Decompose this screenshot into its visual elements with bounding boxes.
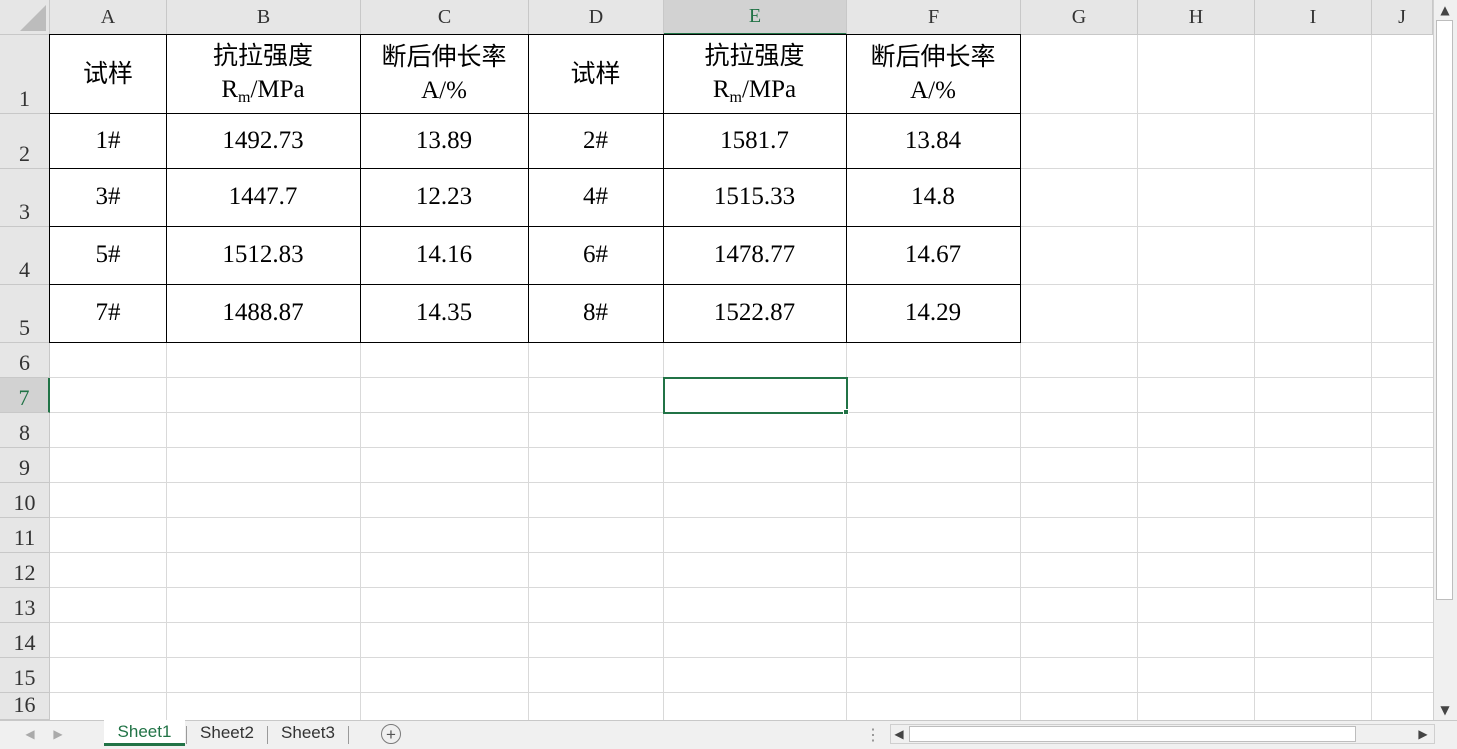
- row-header-5[interactable]: 5: [0, 285, 50, 343]
- column-header-i[interactable]: I: [1255, 0, 1372, 35]
- column-header-b[interactable]: B: [167, 0, 361, 35]
- header-cell-elong[interactable]: 断后伸长率 A/%: [360, 34, 529, 114]
- row-header-13[interactable]: 13: [0, 588, 50, 623]
- column-header-c[interactable]: C: [361, 0, 529, 35]
- data-cell[interactable]: 6#: [528, 226, 664, 285]
- vertical-dots-icon[interactable]: ⋮: [865, 725, 881, 744]
- gridline-horizontal: [50, 517, 1433, 518]
- select-all-corner[interactable]: [0, 0, 50, 35]
- scroll-down-icon[interactable]: ▼: [1436, 702, 1454, 718]
- data-cell[interactable]: 4#: [528, 168, 664, 227]
- row-header-16[interactable]: 16: [0, 692, 50, 720]
- row-header-11[interactable]: 11: [0, 518, 50, 553]
- unit-r: R: [712, 76, 730, 104]
- data-cell[interactable]: 12.23: [360, 168, 529, 227]
- column-header-e[interactable]: E: [664, 0, 847, 35]
- data-cell[interactable]: 13.89: [360, 113, 529, 169]
- unit-mpa: /MPa: [250, 76, 305, 104]
- row-header-1[interactable]: 1: [0, 35, 50, 114]
- data-cell[interactable]: 2#: [528, 113, 664, 169]
- data-cell[interactable]: 1488.87: [166, 284, 361, 343]
- data-cell[interactable]: 14.29: [846, 284, 1021, 343]
- unit-subscript: m: [238, 89, 251, 107]
- header-elongation-unit: A/%: [910, 77, 956, 104]
- header-sample-label: 试样: [82, 59, 133, 89]
- row-header-10[interactable]: 10: [0, 483, 50, 518]
- data-cell[interactable]: 14.67: [846, 226, 1021, 285]
- tab-scroll-left-icon[interactable]: ◀: [22, 726, 38, 742]
- gridline-horizontal: [50, 482, 1433, 483]
- row-header-3[interactable]: 3: [0, 169, 50, 227]
- data-cell[interactable]: 14.16: [360, 226, 529, 285]
- vertical-scroll-thumb[interactable]: [1436, 20, 1453, 600]
- header-sample-label: 试样: [570, 59, 621, 89]
- fill-handle[interactable]: [843, 409, 849, 415]
- data-cell[interactable]: 1478.77: [663, 226, 847, 285]
- gridline-horizontal: [50, 622, 1433, 623]
- row-header-8[interactable]: 8: [0, 413, 50, 448]
- data-cell[interactable]: 13.84: [846, 113, 1021, 169]
- tab-sheet3[interactable]: Sheet3: [268, 720, 348, 746]
- data-cell[interactable]: 3#: [49, 168, 167, 227]
- scroll-up-icon[interactable]: ▲: [1436, 2, 1454, 18]
- header-tensile-unit: Rm/MPa: [713, 73, 796, 109]
- unit-mpa: /MPa: [741, 76, 797, 104]
- header-tensile-label: 抗拉强度: [212, 41, 313, 71]
- data-cell[interactable]: 14.8: [846, 168, 1021, 227]
- gridline-horizontal: [50, 447, 1433, 448]
- gridline-horizontal: [50, 657, 1433, 658]
- row-header-7[interactable]: 7: [0, 378, 50, 413]
- gridline-horizontal: [50, 552, 1433, 553]
- gridline-horizontal: [50, 692, 1433, 693]
- data-cell[interactable]: 1512.83: [166, 226, 361, 285]
- data-cell[interactable]: 8#: [528, 284, 664, 343]
- active-cell-e7[interactable]: [663, 377, 848, 414]
- data-cell[interactable]: 7#: [49, 284, 167, 343]
- add-sheet-icon[interactable]: +: [381, 724, 401, 744]
- select-all-triangle-icon: [20, 5, 46, 31]
- row-header-14[interactable]: 14: [0, 623, 50, 658]
- data-cell[interactable]: 14.35: [360, 284, 529, 343]
- unit-r: R: [221, 76, 239, 104]
- header-cell-sample[interactable]: 试样: [49, 34, 167, 114]
- tab-sheet1[interactable]: Sheet1: [104, 720, 185, 746]
- column-header-d[interactable]: D: [529, 0, 664, 35]
- row-header-6[interactable]: 6: [0, 343, 50, 378]
- data-cell[interactable]: 5#: [49, 226, 167, 285]
- header-tensile-unit: Rm/MPa: [221, 73, 304, 109]
- column-header-h[interactable]: H: [1138, 0, 1255, 35]
- tab-separator: [348, 726, 349, 744]
- row-header-4[interactable]: 4: [0, 227, 50, 285]
- data-cell[interactable]: 1447.7: [166, 168, 361, 227]
- header-cell-tensile[interactable]: 抗拉强度 Rm/MPa: [166, 34, 361, 114]
- header-cell-sample[interactable]: 试样: [528, 34, 664, 114]
- row-header-15[interactable]: 15: [0, 658, 50, 693]
- data-cell[interactable]: 1492.73: [166, 113, 361, 169]
- data-cell[interactable]: 1581.7: [663, 113, 847, 169]
- header-cell-elong[interactable]: 断后伸长率 A/%: [846, 34, 1021, 114]
- column-header-f[interactable]: F: [847, 0, 1021, 35]
- row-header-9[interactable]: 9: [0, 448, 50, 483]
- gridline-horizontal: [50, 587, 1433, 588]
- tab-sheet2[interactable]: Sheet2: [187, 720, 267, 746]
- header-elongation-label: 断后伸长率: [870, 42, 996, 72]
- header-cell-tensile[interactable]: 抗拉强度 Rm/MPa: [663, 34, 847, 114]
- scroll-left-icon[interactable]: ◀: [892, 726, 906, 742]
- column-header-j[interactable]: J: [1372, 0, 1433, 35]
- header-elongation-label: 断后伸长率: [381, 42, 507, 72]
- row-header-2[interactable]: 2: [0, 114, 50, 169]
- header-elongation-unit: A/%: [421, 77, 467, 104]
- column-header-g[interactable]: G: [1021, 0, 1138, 35]
- data-cell[interactable]: 1522.87: [663, 284, 847, 343]
- column-header-a[interactable]: A: [50, 0, 167, 35]
- unit-subscript: m: [729, 89, 742, 107]
- tab-scroll-right-icon[interactable]: ▶: [50, 726, 66, 742]
- horizontal-scroll-thumb[interactable]: [909, 726, 1356, 742]
- data-cell[interactable]: 1515.33: [663, 168, 847, 227]
- header-tensile-label: 抗拉强度: [704, 41, 805, 71]
- data-cell[interactable]: 1#: [49, 113, 167, 169]
- scroll-right-icon[interactable]: ▶: [1416, 726, 1430, 742]
- row-header-12[interactable]: 12: [0, 553, 50, 588]
